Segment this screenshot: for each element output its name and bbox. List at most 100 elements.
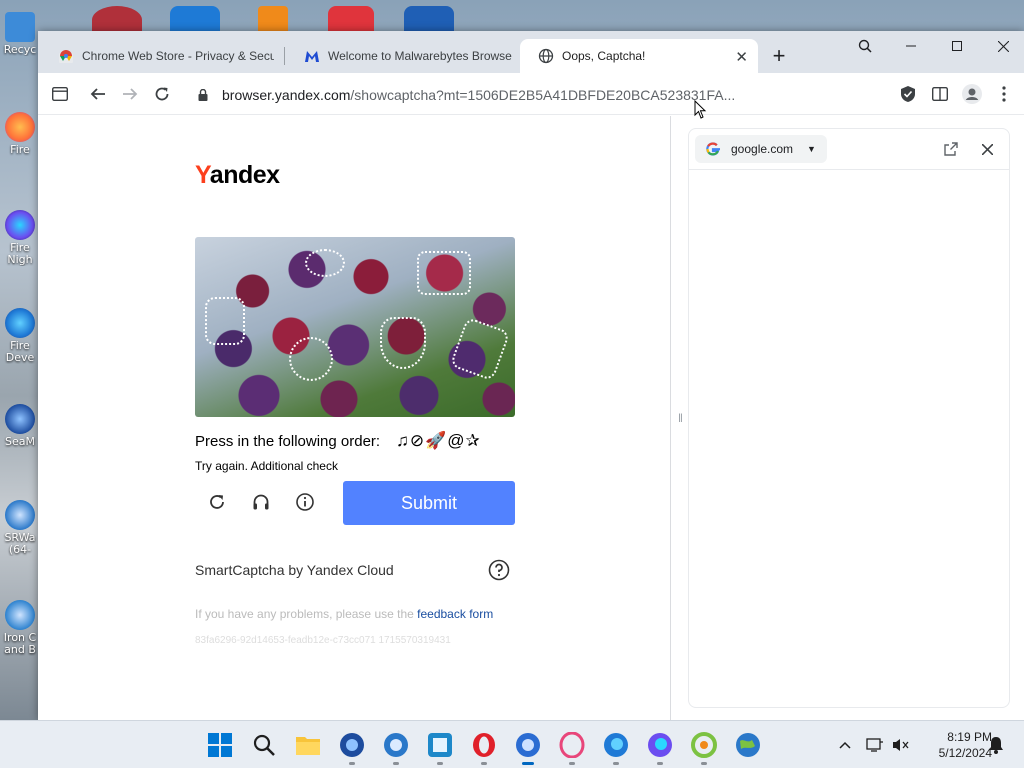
side-panel-toggle-icon[interactable]	[48, 82, 72, 106]
volume-muted-icon[interactable]	[890, 734, 912, 756]
vlc-shortcut-icon[interactable]	[258, 6, 288, 34]
clock-time: 8:19 PM	[947, 730, 992, 744]
side-panel-divider	[689, 169, 1009, 170]
tab-divider	[284, 47, 285, 65]
side-panel-search-label: google.com	[731, 142, 794, 156]
network-icon[interactable]	[864, 734, 886, 756]
start-windows-icon[interactable]	[204, 729, 236, 761]
desktop-icon-firefox-nightly[interactable]: Fire Nigh	[0, 210, 40, 266]
desktop-icon-label: Recyc	[3, 44, 37, 56]
running-indicator	[481, 762, 487, 765]
taskbar-browser-icon[interactable]	[336, 729, 368, 765]
desktop-icon-seamonkey[interactable]: SeaM	[0, 404, 40, 448]
forward-icon[interactable]	[118, 82, 142, 106]
tab-malwarebytes[interactable]: Welcome to Malwarebytes Browser	[286, 39, 522, 73]
help-question-icon[interactable]	[488, 559, 510, 581]
opera-icon[interactable]	[468, 729, 500, 765]
reload-icon[interactable]	[150, 82, 174, 106]
info-icon[interactable]	[293, 490, 317, 514]
captcha-target-mark	[449, 316, 511, 382]
close-side-panel-icon[interactable]	[977, 139, 997, 159]
firefox-nightly-icon[interactable]	[644, 729, 676, 765]
url-host: browser.yandex.com	[222, 87, 351, 103]
desktop-icon-recycle-bin[interactable]: Recyc	[0, 12, 40, 56]
vivaldi-shortcut-icon[interactable]	[328, 6, 374, 34]
google-g-icon	[706, 142, 720, 156]
address-bar[interactable]: browser.yandex.com/showcaptcha?mt=1506DE…	[198, 81, 758, 109]
lock-icon	[198, 89, 208, 101]
close-tab-icon[interactable]: ✕	[735, 48, 748, 66]
taskbar-app-icon[interactable]	[688, 729, 720, 765]
panel-resize-handle[interactable]: ‖	[678, 411, 683, 425]
search-icon[interactable]	[248, 729, 280, 761]
desktop-icon-firefox[interactable]: Fire	[0, 112, 40, 156]
desktop-icon-iron-chrome[interactable]: Iron C and B	[0, 600, 40, 656]
captcha-target-mark	[205, 297, 245, 345]
desktop-icon-label: Fire Nigh	[7, 242, 33, 266]
smartcaptcha-label: SmartCaptcha by Yandex Cloud	[195, 562, 394, 578]
open-in-new-tab-icon[interactable]	[941, 139, 961, 159]
captcha-image[interactable]	[195, 237, 515, 417]
captcha-target-mark	[417, 251, 471, 295]
search-tabs-icon[interactable]	[842, 31, 888, 61]
globe-app-icon[interactable]	[732, 729, 764, 761]
profile-avatar-icon[interactable]	[960, 82, 984, 106]
taskbar-browser-icon[interactable]	[380, 729, 412, 765]
clock-date: 5/12/2024	[938, 746, 992, 760]
shield-icon[interactable]	[896, 82, 920, 106]
active-browser-icon[interactable]	[512, 729, 544, 765]
feedback-form-link[interactable]: feedback form	[417, 607, 493, 621]
desktop-icon-firefox-developer[interactable]: Fire Deve	[0, 308, 40, 364]
tab-label: Chrome Web Store - Privacy & Secur	[82, 49, 274, 63]
yandex-logo: Yandex	[195, 161, 280, 189]
app-shortcut-icon[interactable]	[404, 6, 454, 34]
firefox-icon	[5, 112, 35, 142]
desktop-icon-label: Iron C and B	[3, 632, 37, 656]
running-indicator	[349, 762, 355, 765]
close-window-button[interactable]	[980, 31, 1024, 61]
taskbar-app-icon[interactable]	[424, 729, 456, 765]
back-icon[interactable]	[86, 82, 110, 106]
url-path: /showcaptcha?mt=1506DE2B5A41DBFDE20BCA52…	[350, 87, 736, 103]
desktop-icon-label: Fire Deve	[5, 340, 35, 364]
firefox-icon[interactable]	[600, 729, 632, 765]
minimize-button[interactable]	[888, 31, 934, 61]
notification-bell-icon[interactable]	[985, 734, 1007, 756]
desktop-icon-label: SeaM	[5, 436, 35, 448]
desktop-icon-label: Fire	[10, 144, 30, 156]
audio-captcha-headphones-icon[interactable]	[249, 490, 273, 514]
seamonkey-icon	[5, 404, 35, 434]
tab-oops-captcha[interactable]: Oops, Captcha! ✕	[520, 39, 758, 73]
tab-label: Welcome to Malwarebytes Browser	[328, 49, 512, 63]
captcha-sequence-icons: ♫⊘🚀@✰	[396, 431, 481, 450]
firefox-developer-icon	[5, 308, 35, 338]
menu-kebab-icon[interactable]	[992, 82, 1016, 106]
chrome-web-store-icon	[59, 50, 73, 63]
active-indicator	[522, 762, 534, 765]
srware-iron-icon	[5, 500, 35, 530]
new-tab-button[interactable]: +	[756, 41, 802, 71]
maximize-button[interactable]	[934, 31, 980, 61]
iron-chrome-icon	[5, 600, 35, 630]
file-explorer-folder-icon[interactable]	[292, 729, 324, 761]
desktop-icon-label: SRWa (64-	[4, 532, 36, 556]
captcha-instruction: Press in the following order: ♫⊘🚀@✰	[195, 431, 481, 451]
running-indicator	[437, 762, 443, 765]
split-view-icon[interactable]	[928, 82, 952, 106]
instruction-text: Press in the following order:	[195, 432, 381, 450]
captcha-target-mark	[289, 337, 333, 381]
refresh-captcha-icon[interactable]	[205, 490, 229, 514]
system-clock[interactable]: 8:19 PM 5/12/2024	[920, 729, 992, 761]
tab-chrome-web-store[interactable]: Chrome Web Store - Privacy & Secur	[40, 39, 284, 73]
opera-gx-icon[interactable]	[556, 729, 588, 765]
show-hidden-icons-chevron-icon[interactable]	[834, 734, 856, 756]
desktop-icon-srware-iron[interactable]: SRWa (64-	[0, 500, 40, 556]
chevron-down-icon: ▼	[807, 144, 816, 154]
globe-icon	[538, 48, 554, 64]
side-panel-search-engine-selector[interactable]: google.com ▼	[695, 135, 827, 163]
running-indicator	[613, 762, 619, 765]
submit-button[interactable]: Submit	[343, 481, 515, 525]
desktop-shortcut-icon[interactable]	[92, 6, 142, 34]
captcha-target-mark	[380, 317, 426, 369]
vscode-shortcut-icon[interactable]	[170, 6, 220, 34]
